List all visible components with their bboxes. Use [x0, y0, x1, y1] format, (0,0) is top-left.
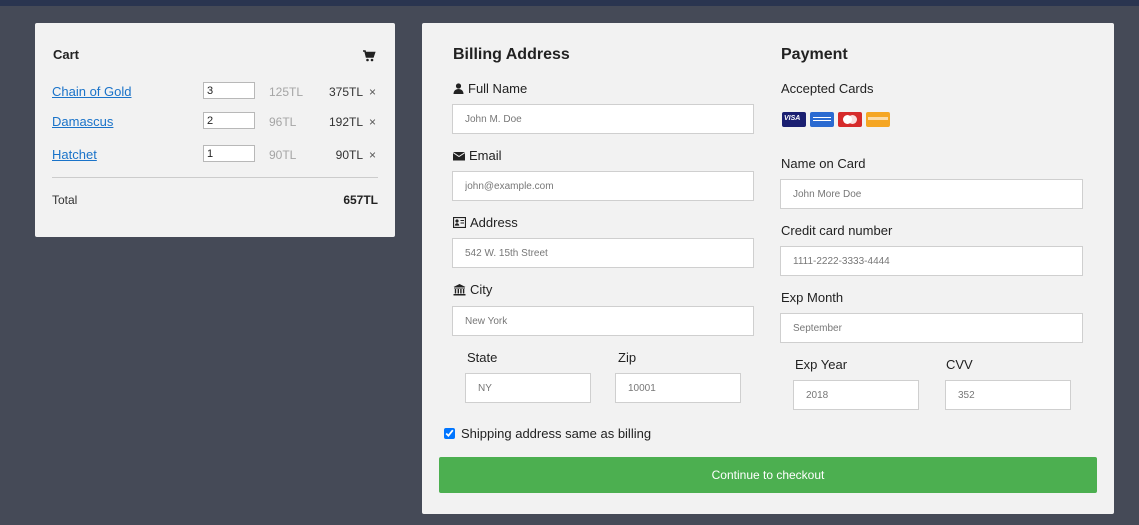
institution-icon	[453, 283, 466, 295]
address-field[interactable]	[452, 238, 754, 268]
shipping-same-checkbox[interactable]	[444, 428, 455, 439]
cart-item: Hatchet 90TL 90TL ×	[35, 145, 395, 167]
exp-year-label: Exp Year	[795, 357, 848, 372]
envelope-icon	[453, 151, 465, 160]
shipping-same-label: Shipping address same as billing	[461, 426, 652, 441]
cc-number-field[interactable]	[780, 246, 1083, 276]
cart-item-price: 125TL	[269, 85, 304, 99]
remove-item-button[interactable]: ×	[369, 85, 376, 99]
exp-month-field[interactable]	[780, 313, 1083, 343]
cart-item: Damascus 96TL 192TL ×	[35, 112, 395, 134]
cart-item-qty-input[interactable]	[203, 145, 255, 162]
cart-title: Cart	[53, 47, 80, 62]
state-field[interactable]	[465, 373, 591, 403]
state-label: State	[467, 350, 498, 365]
email-label: Email	[453, 148, 502, 163]
cart-item-qty-input[interactable]	[203, 112, 255, 129]
full-name-label-text: Full Name	[468, 81, 528, 96]
cvv-label: CVV	[946, 357, 973, 372]
user-icon	[453, 83, 464, 94]
amex-icon	[810, 112, 834, 127]
name-on-card-label: Name on Card	[781, 156, 866, 171]
exp-year-field[interactable]	[793, 380, 919, 410]
exp-month-label: Exp Month	[781, 290, 844, 305]
shopping-cart-icon	[363, 50, 376, 62]
zip-label: Zip	[618, 350, 637, 365]
cart-item: Chain of Gold 125TL 375TL ×	[35, 82, 395, 104]
cvv-field[interactable]	[945, 380, 1071, 410]
cart-item-link[interactable]: Chain of Gold	[52, 84, 132, 99]
cart-panel: Cart Chain of Gold 125TL 375TL × Damascu…	[35, 23, 395, 237]
billing-heading: Billing Address	[453, 46, 570, 63]
cart-item-subtotal: 90TL	[335, 148, 363, 162]
payment-heading: Payment	[781, 46, 848, 63]
cart-item-price: 96TL	[269, 115, 297, 129]
cart-total-value: 657TL	[343, 193, 378, 207]
city-field[interactable]	[452, 306, 754, 336]
address-card-icon	[453, 217, 466, 228]
cart-item-subtotal: 192TL	[328, 115, 363, 129]
name-on-card-field[interactable]	[780, 179, 1083, 209]
cart-item-price: 90TL	[269, 148, 297, 162]
address-label-text: Address	[470, 215, 518, 230]
cart-divider	[52, 177, 378, 178]
address-label: Address	[453, 215, 518, 230]
cart-item-subtotal: 375TL	[328, 85, 363, 99]
mastercard-icon	[838, 112, 862, 127]
cart-item-link[interactable]: Hatchet	[52, 147, 97, 162]
cart-total-label: Total	[52, 193, 78, 207]
full-name-label: Full Name	[453, 81, 527, 96]
remove-item-button[interactable]: ×	[369, 148, 376, 162]
email-label-text: Email	[469, 148, 502, 163]
city-label-text: City	[470, 282, 493, 297]
continue-to-checkout-button[interactable]: Continue to checkout	[439, 457, 1097, 493]
full-name-field[interactable]	[452, 104, 754, 134]
visa-icon: VISA	[782, 112, 806, 127]
city-label: City	[453, 282, 492, 297]
cc-number-label: Credit card number	[781, 223, 893, 238]
checkout-panel: Billing Address Full Name Email Address	[422, 23, 1114, 514]
accepted-cards-label: Accepted Cards	[781, 81, 874, 96]
top-bar	[0, 0, 1139, 6]
shipping-same-row: Shipping address same as billing	[444, 426, 651, 441]
cart-item-link[interactable]: Damascus	[52, 114, 113, 129]
email-field[interactable]	[452, 171, 754, 201]
accepted-cards: VISA	[782, 112, 890, 127]
discover-icon	[866, 112, 890, 127]
cart-item-qty-input[interactable]	[203, 82, 255, 99]
remove-item-button[interactable]: ×	[369, 115, 376, 129]
zip-field[interactable]	[615, 373, 741, 403]
